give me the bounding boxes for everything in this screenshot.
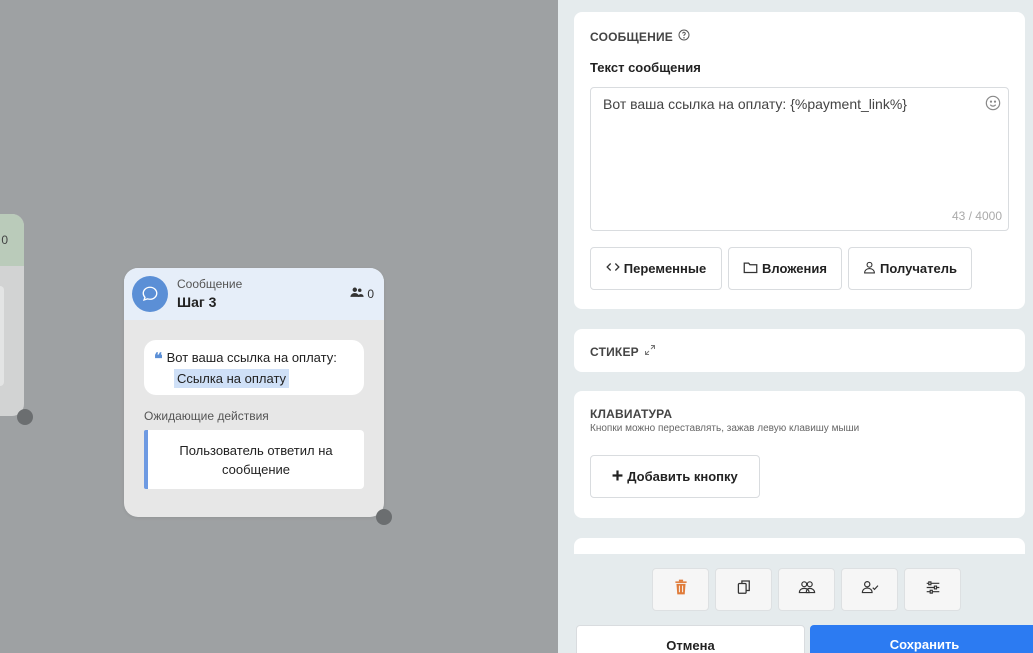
message-textarea[interactable]: Вот ваша ссылка на оплату: {%payment_lin… <box>590 87 1009 231</box>
recipient-button-label: Получатель <box>880 261 957 276</box>
sticker-section-title-text: СТИКЕР <box>590 344 639 359</box>
group-icon <box>798 580 816 599</box>
keyboard-section-title: КЛАВИАТУРА <box>590 407 673 421</box>
message-section: СООБЩЕНИЕ Текст сообщения Вот ваша ссылк… <box>574 12 1025 309</box>
keyboard-hint: Кнопки можно переставлять, зажав левую к… <box>590 423 860 434</box>
message-section-title: СООБЩЕНИЕ <box>590 29 690 44</box>
delete-button[interactable] <box>652 568 709 611</box>
users-icon <box>350 287 364 301</box>
message-textarea-value: Вот ваша ссылка на оплату: {%payment_lin… <box>603 96 907 112</box>
add-button-button[interactable]: Добавить кнопку <box>590 455 760 498</box>
code-icon <box>606 261 620 276</box>
node-name: Шаг 3 <box>177 294 217 310</box>
add-button-label: Добавить кнопку <box>627 469 738 484</box>
sticker-section[interactable]: СТИКЕР <box>574 329 1025 372</box>
waiting-action-item[interactable]: Пользователь ответил на сообщение <box>144 430 364 489</box>
node-output-connector[interactable] <box>376 509 392 525</box>
user-check-icon <box>861 580 879 599</box>
audience-button[interactable] <box>778 568 835 611</box>
sticker-section-title: СТИКЕР <box>590 344 656 359</box>
previous-node-body <box>0 286 4 386</box>
cancel-button[interactable]: Отмена <box>576 625 805 653</box>
attachments-button[interactable]: Вложения <box>728 247 842 290</box>
settings-panel: СООБЩЕНИЕ Текст сообщения Вот ваша ссылк… <box>558 0 1033 653</box>
node-settings-button[interactable] <box>904 568 961 611</box>
message-preview-link: Ссылка на оплату <box>174 369 290 388</box>
plus-icon <box>612 469 623 484</box>
node-users: 0 <box>350 287 374 301</box>
recipient-button[interactable]: Получатель <box>848 247 972 290</box>
attachments-button-label: Вложения <box>762 261 827 276</box>
node-header: Сообщение Шаг 3 0 <box>124 268 384 320</box>
user-icon <box>863 261 876 277</box>
message-node[interactable]: Сообщение Шаг 3 0 ❝ Вот ваша ссылка на оп… <box>124 268 384 517</box>
waiting-action-text: Пользователь ответил на сообщение <box>179 442 333 477</box>
assign-user-button[interactable] <box>841 568 898 611</box>
expand-icon[interactable] <box>644 344 656 359</box>
message-preview-text: Вот ваша ссылка на оплату: <box>166 350 337 365</box>
emoji-icon[interactable] <box>985 95 1001 114</box>
trash-icon <box>674 579 688 600</box>
quote-icon: ❝ <box>154 349 163 368</box>
message-text-label: Текст сообщения <box>590 60 701 75</box>
previous-node-connector[interactable] <box>17 409 33 425</box>
message-section-title-text: СООБЩЕНИЕ <box>590 29 673 44</box>
sliders-icon <box>926 580 940 599</box>
node-type: Сообщение <box>177 277 243 291</box>
node-users-count: 0 <box>367 287 374 301</box>
folder-icon <box>743 261 758 277</box>
copy-icon <box>737 579 751 600</box>
char-counter: 43 / 4000 <box>951 209 1002 223</box>
message-preview: ❝ Вот ваша ссылка на оплату: Ссылка на оп… <box>144 340 364 395</box>
message-bubble-icon <box>132 276 168 312</box>
variables-button-label: Переменные <box>623 261 707 276</box>
previous-node-header: 0 <box>0 214 24 266</box>
duplicate-button[interactable] <box>715 568 772 611</box>
waiting-actions-label: Ожидающие действия <box>144 409 269 423</box>
help-icon[interactable] <box>678 29 690 44</box>
flow-canvas[interactable]: 0 Сообщение Шаг 3 0 ❝ Вот ваша ссылка на … <box>0 0 558 653</box>
variables-button[interactable]: Переменные <box>590 247 722 290</box>
previous-node[interactable]: 0 <box>0 214 24 416</box>
previous-node-users-count: 0 <box>1 233 8 247</box>
keyboard-section: КЛАВИАТУРА Кнопки можно переставлять, за… <box>574 391 1025 518</box>
save-button[interactable]: Сохранить <box>810 625 1033 653</box>
